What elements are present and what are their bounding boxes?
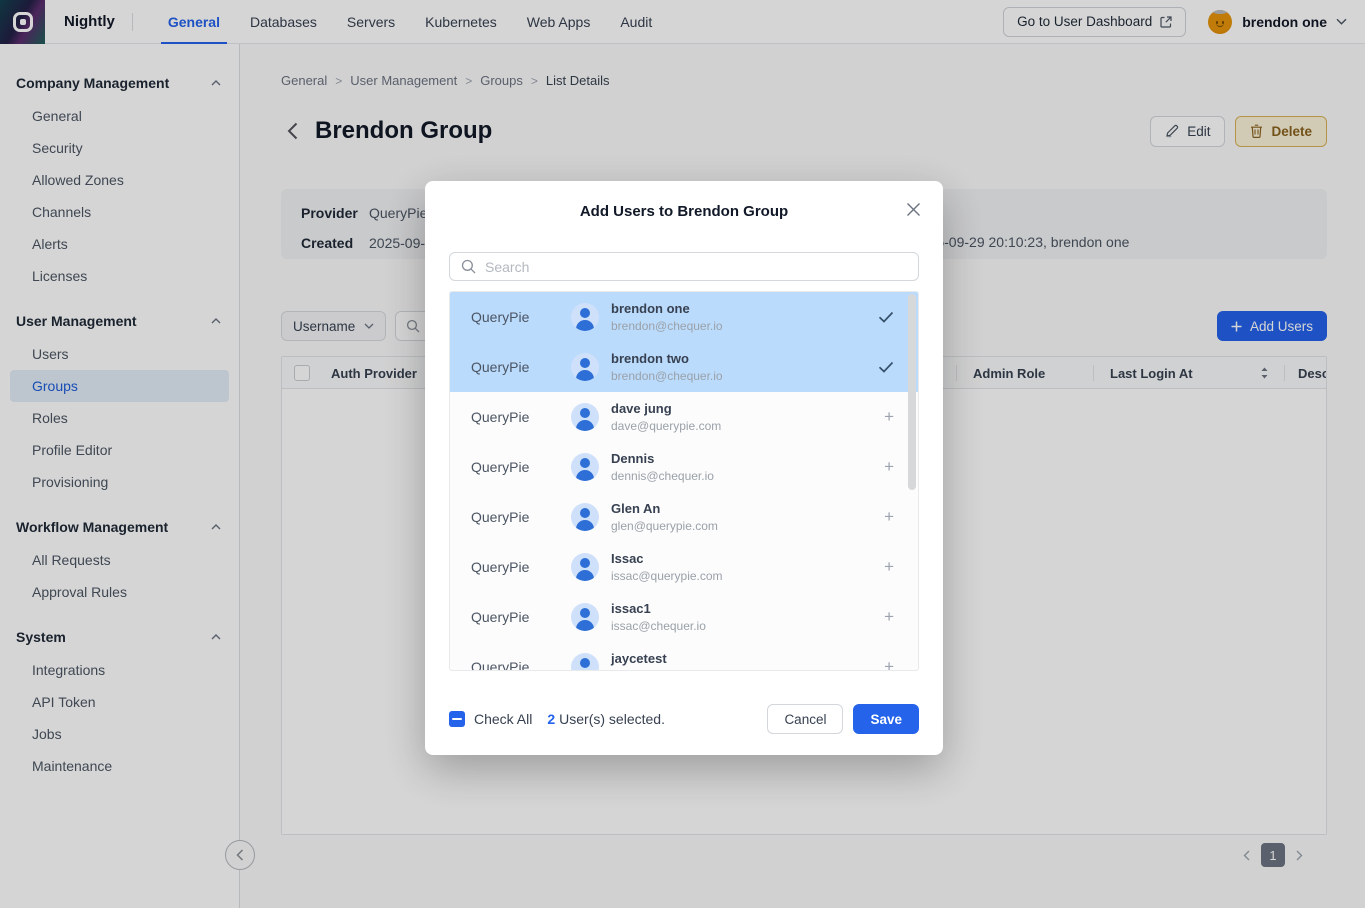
user-text: Issac issac@querypie.com (611, 551, 723, 583)
user-email: brendon@chequer.io (611, 319, 723, 333)
user-email: glen@querypie.com (611, 519, 718, 533)
avatar-head (580, 408, 590, 418)
add-user-icon[interactable]: + (884, 392, 894, 442)
user-avatar-icon (571, 403, 599, 431)
user-avatar-icon (571, 303, 599, 331)
user-provider: QueryPie (471, 609, 571, 625)
close-icon (906, 202, 921, 217)
user-email: dave@querypie.com (611, 419, 721, 433)
avatar-body (576, 520, 594, 531)
avatar-body (576, 570, 594, 581)
check-all-checkbox[interactable] (449, 711, 465, 727)
user-provider: QueryPie (471, 509, 571, 525)
user-avatar-icon (571, 553, 599, 581)
user-name: dave jung (611, 401, 721, 417)
user-text: brendon one brendon@chequer.io (611, 301, 723, 333)
user-list: QueryPiebrendon onebrendon@chequer.ioQue… (449, 291, 919, 671)
user-row[interactable]: QueryPie Dennis dennis@chequer.io + (450, 442, 918, 492)
avatar-body (576, 370, 594, 381)
user-provider: QueryPie (471, 309, 571, 325)
add-user-icon[interactable]: + (884, 442, 894, 492)
modal-search-input[interactable] (485, 259, 907, 275)
user-row[interactable]: QueryPie dave jung dave@querypie.com + (450, 392, 918, 442)
user-email: brendon@chequer.io (611, 369, 723, 383)
check-icon[interactable] (878, 342, 894, 392)
user-rows: QueryPiebrendon onebrendon@chequer.ioQue… (450, 292, 918, 671)
avatar-head (580, 458, 590, 468)
avatar-head (580, 558, 590, 568)
avatar-body (576, 620, 594, 631)
search-icon (461, 259, 476, 274)
user-name: issac1 (611, 601, 706, 617)
avatar-head (580, 608, 590, 618)
user-text: Dennis dennis@chequer.io (611, 451, 714, 483)
user-name: Dennis (611, 451, 714, 467)
check-icon[interactable] (878, 292, 894, 342)
user-provider: QueryPie (471, 559, 571, 575)
avatar-body (576, 670, 594, 671)
user-provider: QueryPie (471, 359, 571, 375)
avatar-head (580, 358, 590, 368)
user-text: issac1 issac@chequer.io (611, 601, 706, 633)
add-user-icon[interactable]: + (884, 492, 894, 542)
avatar-body (576, 470, 594, 481)
user-text: dave jung dave@querypie.com (611, 401, 721, 433)
modal-search-box (449, 252, 919, 281)
user-text: Glen An glen@querypie.com (611, 501, 718, 533)
user-row[interactable]: QueryPie Glen An glen@querypie.com + (450, 492, 918, 542)
user-provider: QueryPie (471, 409, 571, 425)
add-users-modal: Add Users to Brendon Group QueryPie brend… (425, 181, 943, 755)
user-avatar-icon (571, 603, 599, 631)
user-avatar-icon (571, 453, 599, 481)
user-email: dennis@chequer.io (611, 469, 714, 483)
user-email: issac@querypie.com (611, 569, 723, 583)
user-text: jaycetest jaycetest1@querypie.com (611, 651, 749, 671)
avatar-body (576, 320, 594, 331)
avatar-head (580, 508, 590, 518)
close-button[interactable] (903, 199, 923, 219)
user-avatar-icon (571, 353, 599, 381)
user-name: jaycetest (611, 651, 749, 667)
user-name: brendon two (611, 351, 723, 367)
user-email: issac@chequer.io (611, 619, 706, 633)
avatar-head (580, 308, 590, 318)
add-user-icon[interactable]: + (884, 542, 894, 592)
modal-footer: Check All 2 User(s) selected. Cancel Sav… (449, 704, 919, 734)
add-user-icon[interactable]: + (884, 642, 894, 671)
save-button[interactable]: Save (853, 704, 919, 734)
user-name: Glen An (611, 501, 718, 517)
user-email: jaycetest1@querypie.com (611, 669, 749, 671)
check-all-label: Check All (474, 711, 532, 727)
user-avatar-icon (571, 653, 599, 671)
user-avatar-icon (571, 503, 599, 531)
user-row[interactable]: QueryPie brendon one brendon@chequer.io (450, 292, 918, 342)
selected-count-suffix: User(s) selected. (559, 711, 665, 727)
scrollbar-thumb[interactable] (908, 294, 916, 490)
user-row[interactable]: QueryPie Issac issac@querypie.com + (450, 542, 918, 592)
avatar-body (576, 420, 594, 431)
cancel-button[interactable]: Cancel (767, 704, 843, 734)
user-provider: QueryPie (471, 459, 571, 475)
add-user-icon[interactable]: + (884, 592, 894, 642)
user-provider: QueryPie (471, 659, 571, 671)
user-name: brendon one (611, 301, 723, 317)
user-row[interactable]: QueryPie brendon two brendon@chequer.io (450, 342, 918, 392)
selected-count: 2 (547, 711, 555, 727)
user-row[interactable]: QueryPie issac1 issac@chequer.io + (450, 592, 918, 642)
user-text: brendon two brendon@chequer.io (611, 351, 723, 383)
modal-title: Add Users to Brendon Group (425, 203, 943, 220)
user-name: Issac (611, 551, 723, 567)
user-row[interactable]: QueryPie jaycetest jaycetest1@querypie.com… (450, 642, 918, 671)
avatar-head (580, 658, 590, 668)
